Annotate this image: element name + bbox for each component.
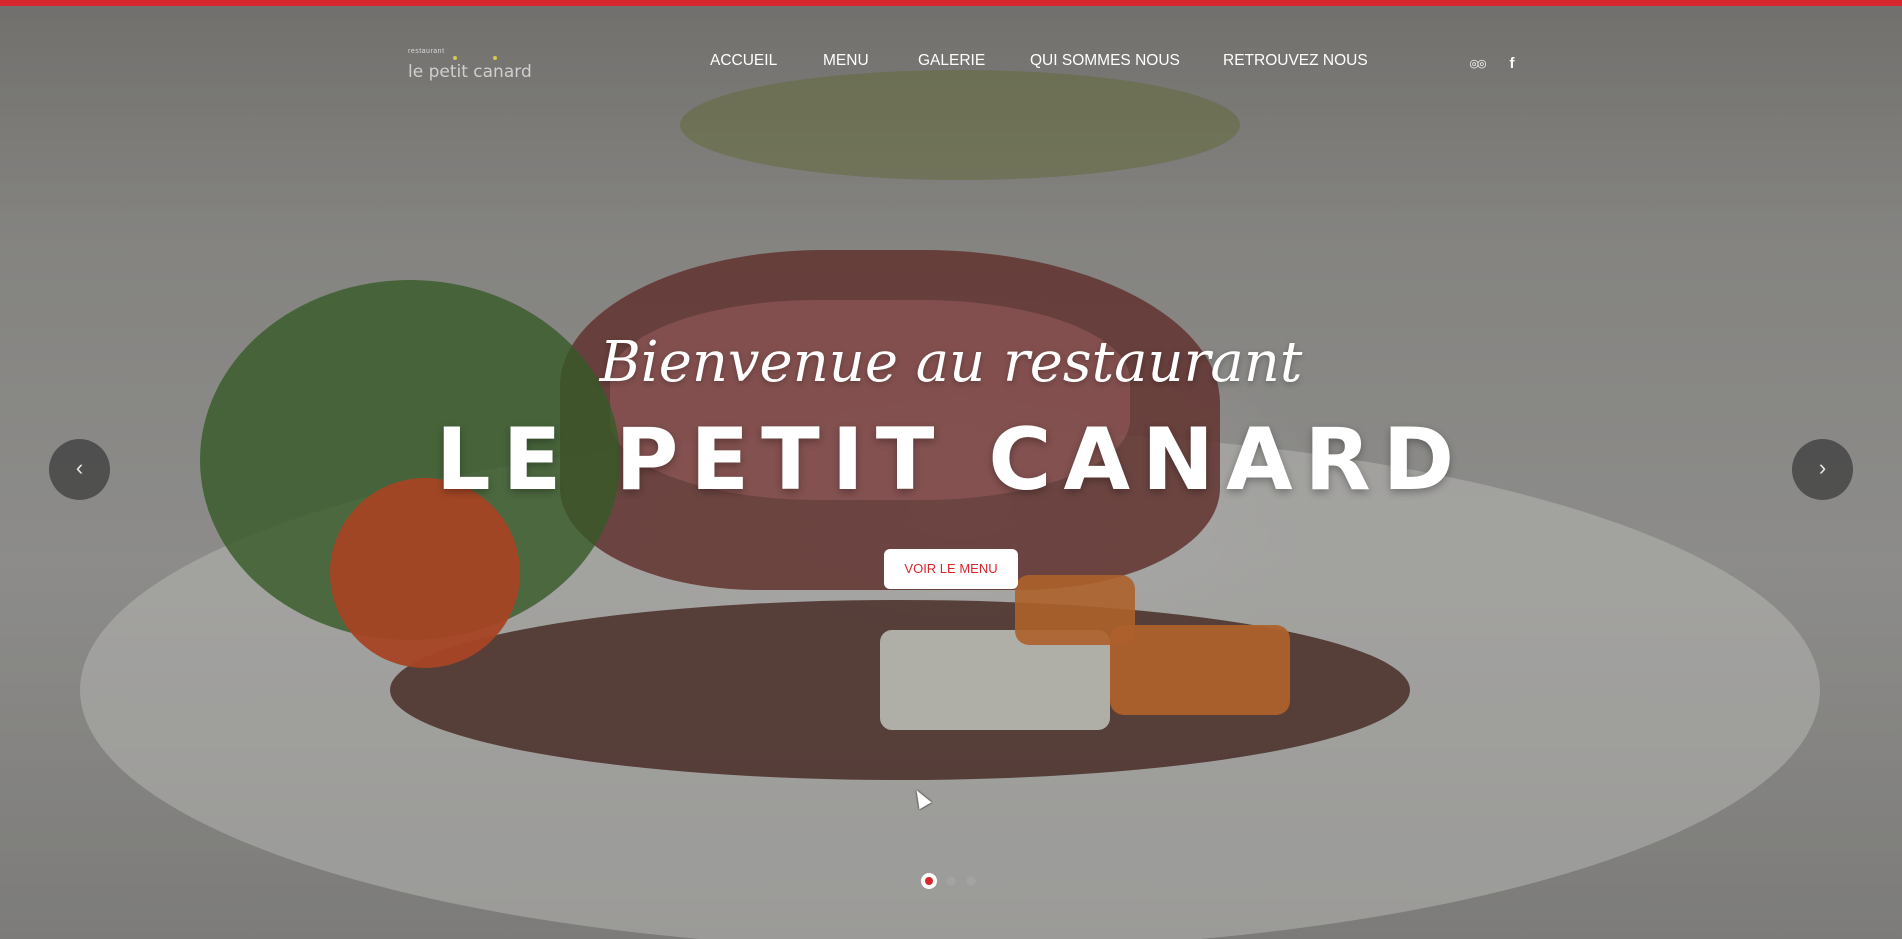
slider-dot-1[interactable]	[921, 873, 937, 889]
tripadvisor-icon[interactable]: ◎◎	[1467, 54, 1487, 74]
hero-welcome-text: Bienvenue au restaurant	[599, 330, 1303, 395]
main-nav: ACCUEIL MENU GALERIE QUI SOMMES NOUS RET…	[0, 52, 1902, 76]
nav-item-qui-sommes-nous[interactable]: QUI SOMMES NOUS	[1030, 52, 1180, 70]
hero-title: LE PETIT CANARD	[435, 410, 1467, 510]
view-menu-button[interactable]: VOIR LE MENU	[884, 549, 1018, 589]
nav-item-menu[interactable]: MENU	[823, 52, 869, 70]
chevron-left-icon: ‹	[75, 455, 84, 480]
slider-prev-button[interactable]: ‹	[49, 439, 110, 500]
slider-dot-3[interactable]	[966, 876, 976, 886]
chevron-right-icon: ›	[1818, 455, 1827, 480]
slider-next-button[interactable]: ›	[1792, 439, 1853, 500]
slider-dot-2[interactable]	[946, 876, 956, 886]
nav-item-accueil[interactable]: ACCUEIL	[710, 52, 777, 70]
facebook-icon[interactable]: f	[1502, 54, 1522, 74]
nav-item-retrouvez-nous[interactable]: RETROUVEZ NOUS	[1223, 52, 1368, 70]
slider-pagination	[921, 873, 981, 889]
site-header: restaurant le petit canard ACCUEIL MENU …	[0, 6, 1902, 116]
nav-item-galerie[interactable]: GALERIE	[918, 52, 985, 70]
top-accent-bar	[0, 0, 1902, 6]
